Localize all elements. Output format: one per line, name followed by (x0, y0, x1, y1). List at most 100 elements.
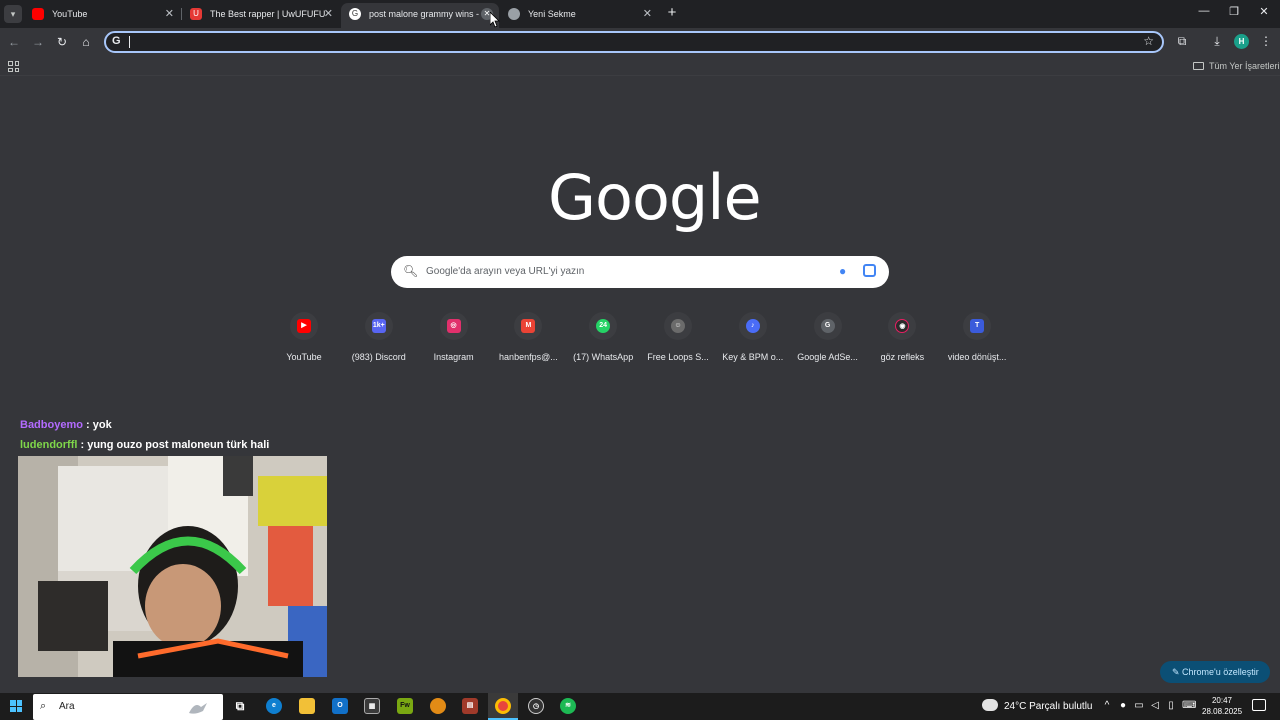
search-icon: 🔍︎ (403, 264, 419, 278)
tab-youtube[interactable]: YouTube ✕ (24, 3, 180, 25)
shortcut-tile: T (963, 312, 992, 340)
shortcut-free-loops[interactable]: ☺ Free Loops S... (640, 311, 715, 371)
volume-icon[interactable]: ◁ (1148, 700, 1162, 711)
folder-icon (1193, 62, 1204, 70)
minimize-icon[interactable]: — (1197, 5, 1211, 17)
tab-search-button[interactable]: ▾ (4, 5, 22, 23)
tab-post-malone-search[interactable]: G post malone grammy wins - Go ✕ (341, 3, 499, 28)
all-bookmarks-label: Tüm Yer İşaretleri (1209, 61, 1280, 71)
menu-kebab-icon[interactable]: ⋮ (1258, 34, 1274, 48)
close-icon[interactable]: ✕ (324, 3, 333, 25)
fireworks-icon[interactable]: Fw (397, 698, 413, 714)
shortcut-label: Free Loops S... (647, 352, 709, 362)
clock-app-icon[interactable]: ◷ (528, 698, 544, 714)
shortcut-video-converter[interactable]: T video dönüşt... (939, 311, 1014, 371)
google-g-icon: G (112, 35, 121, 47)
winrar-icon[interactable]: ▤ (462, 698, 478, 714)
outlook-icon[interactable]: O (332, 698, 348, 714)
shortcut-tile: ☺ (663, 312, 692, 340)
shortcut-tile: ▶ (290, 312, 318, 340)
restore-icon[interactable]: ❐ (1227, 5, 1241, 18)
shortcut-label: hanbenfps@... (499, 352, 558, 362)
clock-date: 28.08.2025 (1202, 707, 1243, 716)
uwufufu-icon: U (190, 8, 202, 20)
webcam-overlay (18, 456, 327, 677)
profile-avatar[interactable]: H (1234, 34, 1249, 49)
shortcut-tile: M (514, 312, 543, 340)
chat-username: ludendorffl (20, 439, 78, 451)
weather-widget[interactable]: 24°C Parçalı bulutlu (982, 693, 1093, 720)
taskbar-search-box[interactable]: ⌕ Ara (33, 694, 223, 720)
home-icon[interactable]: ⌂ (78, 34, 94, 50)
close-icon[interactable]: ✕ (165, 3, 174, 25)
shortcut-tile: ◎ (439, 312, 468, 340)
back-arrow-icon[interactable]: ← (6, 34, 22, 50)
tab-title: YouTube (52, 9, 88, 19)
bookmark-bar: Tüm Yer İşaretleri (0, 56, 1280, 76)
system-clock[interactable]: 20:47 28.08.2025 (1202, 695, 1242, 717)
shortcut-adsense[interactable]: G Google AdSe... (790, 311, 865, 371)
reload-icon[interactable]: ↻ (54, 34, 70, 50)
shortcut-key-bpm[interactable]: ♪ Key & BPM o... (715, 311, 790, 371)
edge-icon[interactable]: e (266, 698, 282, 714)
search-box[interactable]: 🔍︎ Google'da arayın veya URL'yi yazın ● (391, 256, 889, 288)
webcam-image (18, 456, 327, 677)
reflex-icon: ◉ (895, 319, 910, 333)
video-converter-icon: T (970, 319, 985, 333)
tab-uwufufu[interactable]: U The Best rapper | UwUFUFU ✕ (182, 3, 339, 25)
network-icon[interactable]: ▭ (1132, 700, 1146, 711)
shortcut-label: Google AdSe... (797, 352, 858, 362)
gmail-icon: M (521, 319, 536, 333)
all-bookmarks-button[interactable]: Tüm Yer İşaretleri (1193, 61, 1280, 71)
microsoft-store-icon[interactable]: ▦ (364, 698, 380, 714)
customize-chrome-button[interactable]: ✎ Chrome'u özelleştir (1160, 661, 1270, 683)
customize-label: Chrome'u özelleştir (1182, 667, 1259, 677)
text-caret (129, 36, 130, 48)
close-icon[interactable]: ✕ (643, 3, 652, 25)
shortcut-gmail[interactable]: M hanbenfps@... (490, 311, 565, 371)
shortcut-label: Instagram (433, 352, 474, 362)
apps-grid-icon[interactable] (8, 61, 19, 72)
new-tab-button[interactable]: + (664, 4, 680, 22)
freeloops-icon: ☺ (670, 319, 685, 333)
shortcut-tile: ♪ (738, 312, 767, 340)
battery-icon[interactable]: ▯ (1164, 700, 1178, 711)
microphone-icon[interactable]: ● (839, 264, 846, 278)
forward-arrow-icon[interactable]: → (30, 34, 46, 50)
shortcuts-grid: ▶ YouTube 1k+ (983) Discord ◎ Instagram … (266, 311, 1014, 371)
discord-icon: 1k+ (371, 319, 386, 333)
window-close-icon[interactable]: ✕ (1257, 5, 1271, 18)
downloads-icon[interactable]: ⤓ (1209, 34, 1225, 49)
shortcut-youtube[interactable]: ▶ YouTube (266, 311, 341, 371)
file-explorer-icon[interactable] (299, 698, 315, 714)
keyboard-icon[interactable]: ⌨ (1182, 700, 1196, 711)
task-view-icon[interactable]: ⧉ (232, 698, 248, 714)
shortcut-label: (983) Discord (351, 352, 406, 362)
fl-studio-icon[interactable] (430, 698, 446, 714)
clock-time: 20:47 (1211, 696, 1233, 705)
tab-new-tab[interactable]: Yeni Sekme ✕ (500, 3, 658, 25)
shortcut-label: göz refleks (880, 352, 925, 362)
spotify-icon[interactable]: ≋ (560, 698, 576, 714)
shortcut-discord[interactable]: 1k+ (983) Discord (341, 311, 416, 371)
shortcut-goz-refleks[interactable]: ◉ göz refleks (864, 311, 939, 371)
weather-text: 24°C Parçalı bulutlu (1004, 701, 1093, 712)
notifications-icon[interactable] (1252, 699, 1266, 711)
windows-start-icon[interactable] (10, 700, 22, 712)
chrome-taskbar-icon[interactable] (495, 698, 511, 714)
microphone-tray-icon[interactable]: ● (1116, 700, 1130, 711)
search-placeholder: Google'da arayın veya URL'yi yazın (426, 266, 585, 277)
shortcut-whatsapp[interactable]: 24 (17) WhatsApp (565, 311, 640, 371)
bookmark-star-icon[interactable]: ☆ (1143, 34, 1154, 48)
google-logo: Google (548, 161, 762, 234)
tray-overflow-icon[interactable]: ^ (1100, 700, 1114, 711)
chat-message: ludendorffl : yung ouzo post maloneun tü… (20, 438, 350, 458)
tab-title: The Best rapper | UwUFUFU (210, 9, 326, 19)
shortcut-instagram[interactable]: ◎ Instagram (416, 311, 491, 371)
address-bar[interactable]: G ☆ (104, 31, 1164, 53)
windows-taskbar: ⌕ Ara ⧉ e O ▦ Fw ▤ ◷ ≋ 24°C Parçalı bulu… (0, 693, 1280, 720)
extensions-icon[interactable]: ⧉ (1174, 34, 1190, 49)
google-lens-icon[interactable] (863, 264, 876, 277)
shortcut-label: (17) WhatsApp (573, 352, 634, 362)
stream-chat-overlay: Badboyemo : yok ludendorffl : yung ouzo … (20, 418, 350, 458)
